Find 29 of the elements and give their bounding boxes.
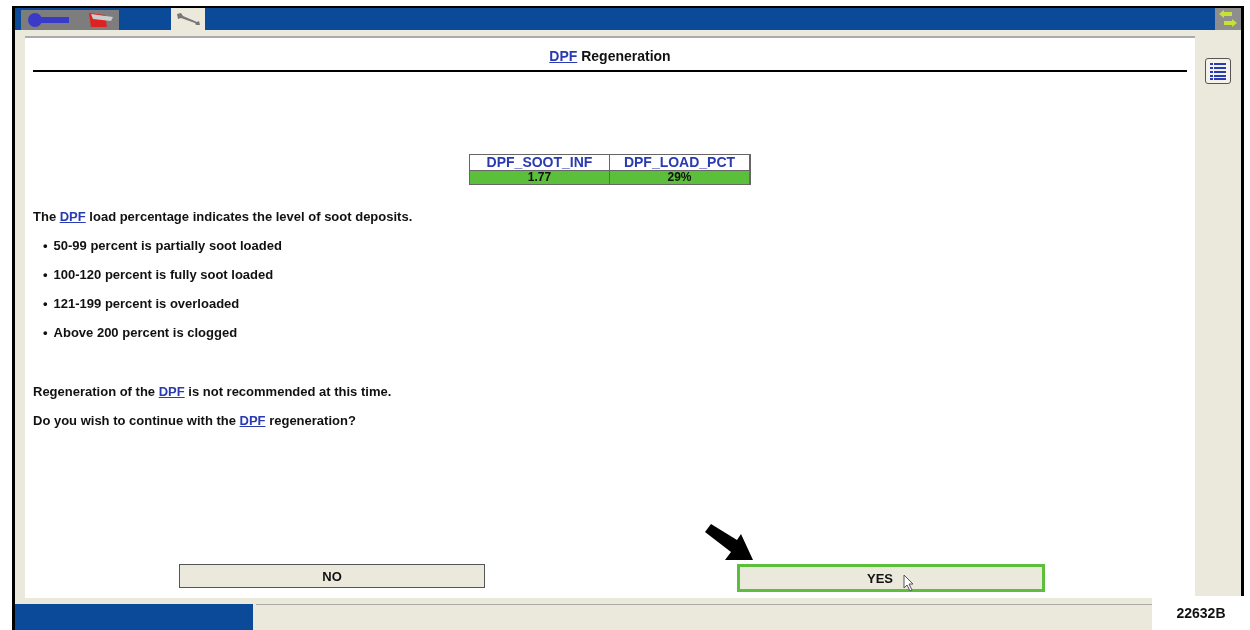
mouse-cursor-icon bbox=[903, 574, 915, 593]
bullet-mark: • bbox=[43, 267, 48, 282]
bullet-mark: • bbox=[43, 238, 48, 253]
swap-arrows-icon bbox=[1218, 10, 1238, 28]
toolbar-tab[interactable] bbox=[171, 8, 205, 30]
dpf-link[interactable]: DPF bbox=[158, 384, 185, 399]
answer-button[interactable]: NO bbox=[179, 564, 485, 588]
connector-tools-icon bbox=[25, 11, 115, 29]
screen-title: DPF Regeneration bbox=[548, 48, 672, 64]
toolbar-tab[interactable] bbox=[21, 10, 119, 30]
bullet-text: 100-120 percent is fully soot loaded bbox=[53, 267, 274, 282]
table-cell: 1.77 bbox=[470, 171, 610, 184]
bullet-mark: • bbox=[43, 296, 48, 311]
list-icon bbox=[1208, 61, 1228, 81]
note-text: Regeneration of the DPF is not recommended at this time. bbox=[33, 384, 393, 399]
dpf-link[interactable]: DPF bbox=[59, 209, 86, 224]
wrench-icon bbox=[175, 11, 201, 27]
bullet-text: 121-199 percent is overloaded bbox=[53, 296, 240, 311]
answer-button[interactable]: YES bbox=[737, 564, 1045, 592]
pointer-arrow-icon bbox=[703, 524, 755, 562]
bullet-mark: • bbox=[43, 325, 48, 340]
bullet-text: 50-99 percent is partially soot loaded bbox=[53, 238, 282, 253]
intro-text: The DPF load percentage indicates the level of soot deposits. bbox=[33, 209, 414, 224]
bullet-text: Above 200 percent is clogged bbox=[53, 325, 238, 340]
dpf-link[interactable]: DPF bbox=[549, 48, 578, 64]
note-text: Do you wish to continue with the DPF regeneration? bbox=[33, 413, 357, 428]
table-cell: 29% bbox=[610, 171, 750, 184]
list-view-button[interactable] bbox=[1205, 58, 1231, 84]
dpf-link[interactable]: DPF bbox=[239, 413, 266, 428]
